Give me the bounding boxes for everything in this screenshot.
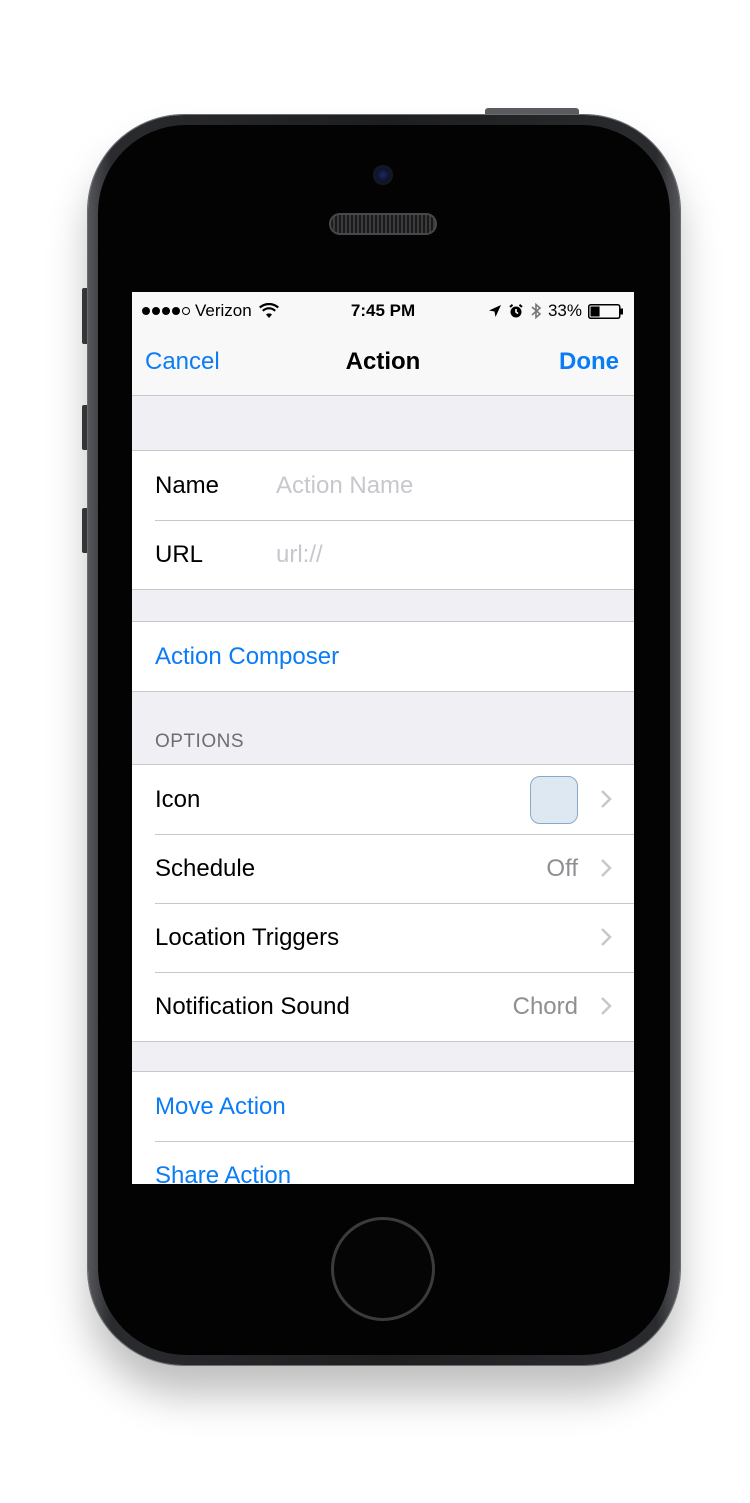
action-composer-row[interactable]: Action Composer (132, 622, 634, 691)
location-triggers-row[interactable]: Location Triggers (132, 903, 634, 972)
done-button[interactable]: Done (559, 348, 619, 376)
front-camera (373, 165, 393, 185)
composer-group: Action Composer (132, 621, 634, 692)
options-group: Icon Schedule Off Location Triggers Noti… (132, 764, 634, 1042)
icon-label: Icon (155, 786, 201, 813)
move-action-button[interactable]: Move Action (155, 1093, 286, 1121)
move-action-row[interactable]: Move Action (132, 1072, 634, 1141)
schedule-value: Off (546, 855, 578, 882)
status-right: 33% (488, 301, 624, 321)
home-button (331, 1217, 435, 1321)
chevron-right-icon (601, 928, 612, 946)
share-action-button[interactable]: Share Action (155, 1162, 291, 1184)
earpiece-speaker (329, 213, 437, 235)
notification-sound-value: Chord (512, 993, 578, 1020)
schedule-label: Schedule (155, 855, 256, 882)
name-url-group: Name Action Name URL url:// (132, 450, 634, 590)
url-field[interactable]: url:// (276, 541, 323, 569)
notification-sound-row[interactable]: Notification Sound Chord (132, 972, 634, 1041)
name-label: Name (155, 472, 220, 499)
battery-percent: 33% (547, 301, 582, 320)
url-row[interactable]: URL url:// (132, 520, 634, 589)
screen: Verizon 7:45 PM 33% Cancel Action Done N… (132, 292, 634, 1184)
name-field[interactable]: Action Name (276, 472, 413, 500)
bluetooth-icon (531, 302, 542, 320)
battery-icon (588, 303, 623, 319)
notification-sound-label: Notification Sound (155, 993, 350, 1020)
action-composer-link[interactable]: Action Composer (155, 643, 339, 671)
location-triggers-label: Location Triggers (155, 924, 340, 951)
options-section-header: OPTIONS (155, 731, 245, 752)
icon-row[interactable]: Icon (132, 765, 634, 834)
name-row[interactable]: Name Action Name (132, 451, 634, 520)
location-arrow-icon (488, 305, 501, 317)
icon-preview (530, 776, 578, 824)
alarm-clock-icon (509, 304, 523, 318)
navigation-bar: Cancel Action Done (132, 330, 634, 396)
chevron-right-icon (601, 997, 612, 1015)
chevron-right-icon (601, 859, 612, 877)
chevron-right-icon (601, 790, 612, 808)
share-action-row[interactable]: Share Action (132, 1141, 634, 1184)
actions-group: Move Action Share Action (132, 1071, 634, 1184)
url-label: URL (155, 541, 204, 568)
schedule-row[interactable]: Schedule Off (132, 834, 634, 903)
status-bar: Verizon 7:45 PM 33% (132, 292, 634, 330)
